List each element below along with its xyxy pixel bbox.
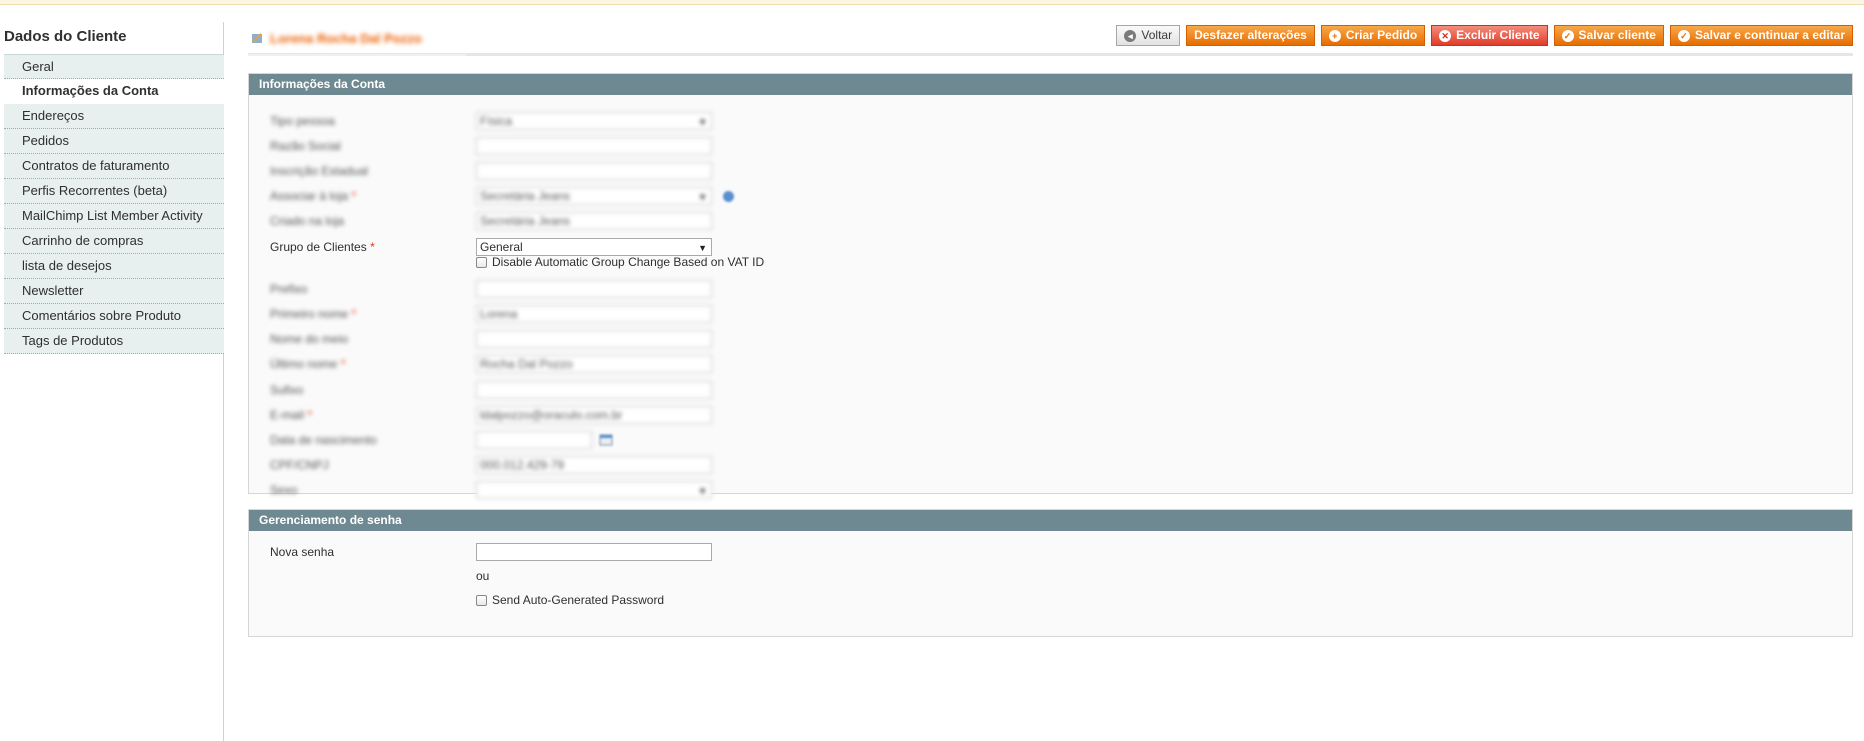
field-row-tipo-pessoa: Tipo pessoa Física	[249, 112, 1854, 132]
primeiro-nome-label: Primeiro nome *	[270, 307, 357, 321]
password-legend: Gerenciamento de senha	[249, 510, 1852, 531]
sufixo-input[interactable]	[476, 381, 712, 399]
cpf-cnpj-input[interactable]: 000.012.429-79	[476, 456, 712, 474]
sexo-select[interactable]	[476, 481, 712, 499]
sidebar-tabs: Geral Informações da Conta Endereços Ped…	[4, 54, 224, 354]
page-header: Lorena Rocha Dal Pozzo ◂ Voltar Desfazer…	[248, 22, 1853, 56]
razao-social-input[interactable]	[476, 137, 712, 155]
grupo-clientes-label: Grupo de Clientes *	[270, 240, 375, 254]
primeiro-nome-input[interactable]: Lorena	[476, 305, 712, 323]
data-nascimento-label: Data de nascimento	[270, 433, 377, 447]
check-icon: ✓	[1561, 29, 1574, 42]
help-icon[interactable]	[723, 191, 734, 202]
nova-senha-input[interactable]	[476, 543, 712, 561]
account-info-legend: Informações da Conta	[249, 74, 1852, 95]
ultimo-nome-input[interactable]: Rocha Dal Pozzo	[476, 355, 712, 373]
top-notice-strip	[0, 0, 1864, 5]
tipo-pessoa-select[interactable]: Física	[476, 112, 712, 130]
sufixo-label: Sufixo	[270, 383, 304, 397]
check-icon: ✓	[1677, 29, 1690, 42]
prefixo-label: Prefixo	[270, 282, 308, 296]
password-fieldset: Gerenciamento de senha Nova senha ou Sen…	[248, 509, 1853, 637]
criado-loja-label: Criado na loja	[270, 214, 345, 228]
sidebar-item-carrinho[interactable]: Carrinho de compras	[4, 229, 224, 254]
prefixo-input[interactable]	[476, 280, 712, 298]
criado-loja-input: Secretária Jeans	[476, 212, 712, 230]
nome-meio-label: Nome do meio	[270, 332, 349, 346]
inscricao-estadual-label: Inscrição Estadual	[270, 164, 369, 178]
field-row-primeiro-nome: Primeiro nome * Lorena	[249, 305, 1854, 325]
action-buttons: ◂ Voltar Desfazer alterações + Criar Ped…	[1116, 25, 1853, 46]
sidebar-item-informacoes-da-conta[interactable]: Informações da Conta	[4, 79, 224, 104]
email-label: E-mail *	[270, 408, 313, 422]
account-info-fieldset: Informações da Conta Tipo pessoa Física …	[248, 73, 1854, 499]
sidebar-item-mailchimp[interactable]: MailChimp List Member Activity	[4, 204, 224, 229]
tipo-pessoa-label: Tipo pessoa	[270, 114, 335, 128]
field-row-prefixo: Prefixo	[249, 280, 1854, 300]
auto-password-checkbox[interactable]	[476, 594, 487, 606]
sexo-label: Sexo	[270, 483, 298, 497]
email-input[interactable]: ldalpozzo@oraculo.com.br	[476, 406, 712, 424]
nova-senha-label: Nova senha	[270, 545, 335, 559]
field-row-data-nascimento: Data de nascimento	[249, 431, 1854, 451]
sidebar-item-tags[interactable]: Tags de Produtos	[4, 329, 224, 354]
delete-customer-button[interactable]: ✕ Excluir Cliente	[1431, 25, 1548, 46]
field-row-inscricao-estadual: Inscrição Estadual	[249, 162, 1854, 182]
sidebar-item-comentarios[interactable]: Comentários sobre Produto	[4, 304, 224, 329]
field-row-email: E-mail * ldalpozzo@oraculo.com.br	[249, 406, 1854, 426]
sidebar-item-geral[interactable]: Geral	[4, 54, 224, 79]
inscricao-estadual-input[interactable]	[476, 162, 712, 180]
field-row-sexo: Sexo	[249, 481, 1854, 501]
field-row-razao-social: Razão Social	[249, 137, 1854, 157]
or-text-row: ou	[476, 569, 489, 583]
sidebar-item-perfis-recorrentes[interactable]: Perfis Recorrentes (beta)	[4, 179, 224, 204]
customer-icon	[252, 33, 262, 43]
cpf-cnpj-label: CPF/CNPJ	[270, 458, 329, 472]
vat-checkbox-row: Disable Automatic Group Change Based on …	[476, 255, 764, 269]
field-row-criado-loja: Criado na loja Secretária Jeans	[249, 212, 1854, 232]
associar-loja-select[interactable]: Secretária Jeans	[476, 187, 712, 205]
sidebar-item-contratos[interactable]: Contratos de faturamento	[4, 154, 224, 179]
field-row-sufixo: Sufixo	[249, 381, 1854, 401]
save-customer-button[interactable]: ✓ Salvar cliente	[1553, 25, 1664, 46]
auto-password-label: Send Auto-Generated Password	[492, 593, 665, 607]
field-row-ultimo-nome: Último nome * Rocha Dal Pozzo	[249, 355, 1854, 375]
customer-sidebar: Dados do Cliente Geral Informações da Co…	[0, 22, 224, 741]
arrow-left-icon: ◂	[1124, 29, 1137, 42]
sidebar-item-pedidos[interactable]: Pedidos	[4, 129, 224, 154]
close-icon: ✕	[1439, 29, 1452, 42]
back-button[interactable]: ◂ Voltar	[1116, 25, 1181, 46]
razao-social-label: Razão Social	[270, 139, 341, 153]
vat-checkbox-label: Disable Automatic Group Change Based on …	[492, 255, 765, 269]
sidebar-item-enderecos[interactable]: Endereços	[4, 104, 224, 129]
calendar-icon[interactable]	[599, 433, 613, 446]
grupo-clientes-select[interactable]: General	[476, 238, 712, 256]
sidebar-item-lista-desejos[interactable]: lista de desejos	[4, 254, 224, 279]
vat-checkbox[interactable]	[476, 256, 487, 268]
page-title-area: Lorena Rocha Dal Pozzo	[248, 22, 466, 56]
reset-button[interactable]: Desfazer alterações	[1186, 25, 1315, 46]
create-order-button[interactable]: + Criar Pedido	[1320, 25, 1426, 46]
auto-password-row: Send Auto-Generated Password	[476, 593, 664, 607]
data-nascimento-input[interactable]	[476, 431, 592, 449]
ultimo-nome-label: Último nome *	[270, 357, 346, 371]
plus-icon: +	[1328, 29, 1341, 42]
page-title: Lorena Rocha Dal Pozzo	[270, 31, 422, 46]
field-row-cpf-cnpj: CPF/CNPJ 000.012.429-79	[249, 456, 1854, 476]
associar-loja-label: Associar à loja *	[270, 189, 357, 203]
field-row-associar-loja: Associar à loja * Secretária Jeans	[249, 187, 1854, 207]
nome-meio-input[interactable]	[476, 330, 712, 348]
sidebar-item-newsletter[interactable]: Newsletter	[4, 279, 224, 304]
save-continue-button[interactable]: ✓ Salvar e continuar a editar	[1669, 25, 1853, 46]
sidebar-title: Dados do Cliente	[4, 28, 127, 45]
field-row-nome-meio: Nome do meio	[249, 330, 1854, 350]
field-row-nova-senha: Nova senha	[249, 543, 1854, 563]
or-text: ou	[476, 569, 490, 583]
